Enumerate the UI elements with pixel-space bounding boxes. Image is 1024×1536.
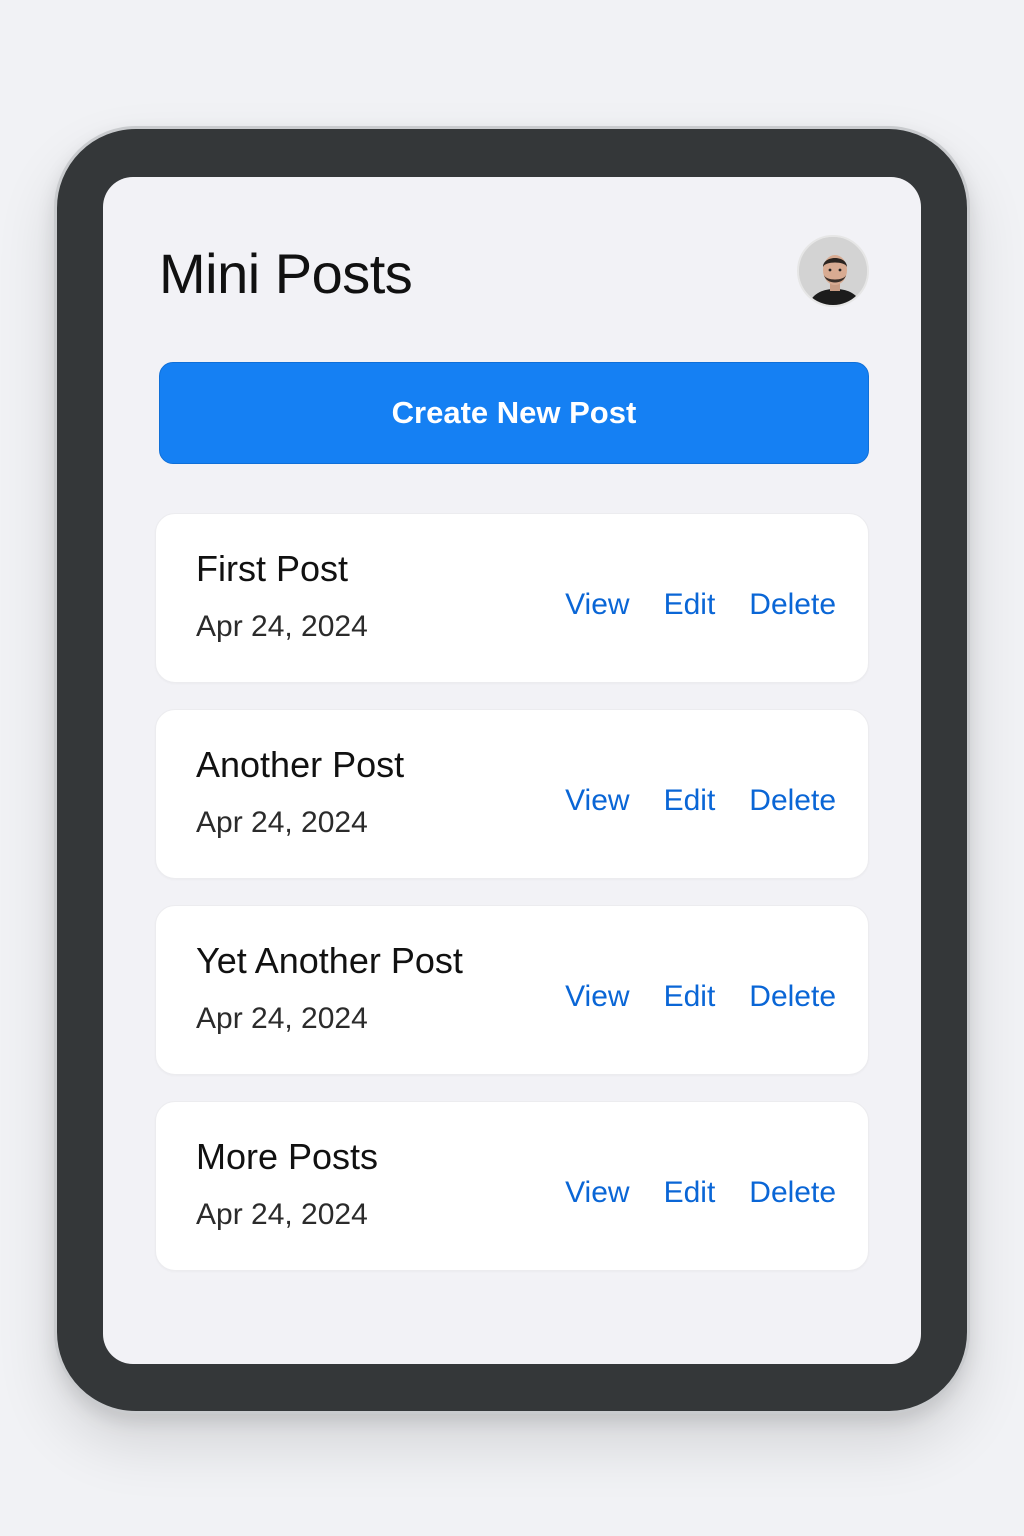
post-card: Another Post Apr 24, 2024 View Edit Dele…	[155, 709, 869, 879]
post-title: First Post	[196, 548, 349, 589]
view-post-button[interactable]: View	[565, 980, 629, 1014]
post-title: Yet Another Post	[196, 940, 463, 981]
post-date: Apr 24, 2024	[196, 1002, 368, 1035]
edit-post-button[interactable]: Edit	[664, 784, 716, 818]
post-card: More Posts Apr 24, 2024 View Edit Delete	[155, 1101, 869, 1271]
post-actions: View Edit Delete	[565, 980, 836, 1014]
create-new-post-button[interactable]: Create New Post	[159, 362, 869, 464]
avatar[interactable]	[797, 235, 869, 307]
view-post-button[interactable]: View	[565, 784, 629, 818]
post-title: Another Post	[196, 744, 405, 785]
post-card: Yet Another Post Apr 24, 2024 View Edit …	[155, 905, 869, 1075]
tablet-frame: Mini Posts Create New Post First Post Ap…	[54, 126, 970, 1414]
edit-post-button[interactable]: Edit	[664, 588, 716, 622]
post-title: More Posts	[196, 1136, 379, 1177]
page-title: Mini Posts	[159, 242, 413, 305]
view-post-button[interactable]: View	[565, 588, 629, 622]
post-actions: View Edit Delete	[565, 784, 836, 818]
app-screen: Mini Posts Create New Post First Post Ap…	[103, 177, 921, 1364]
post-date: Apr 24, 2024	[196, 1198, 368, 1231]
post-actions: View Edit Delete	[565, 1176, 836, 1210]
view-post-button[interactable]: View	[565, 1176, 629, 1210]
delete-post-button[interactable]: Delete	[749, 980, 836, 1014]
delete-post-button[interactable]: Delete	[749, 784, 836, 818]
post-list: First Post Apr 24, 2024 View Edit Delete…	[155, 513, 869, 1297]
edit-post-button[interactable]: Edit	[664, 980, 716, 1014]
post-date: Apr 24, 2024	[196, 610, 368, 643]
delete-post-button[interactable]: Delete	[749, 588, 836, 622]
post-card: First Post Apr 24, 2024 View Edit Delete	[155, 513, 869, 683]
post-date: Apr 24, 2024	[196, 806, 368, 839]
user-avatar-icon	[799, 237, 867, 305]
header: Mini Posts	[159, 235, 869, 309]
post-actions: View Edit Delete	[565, 588, 836, 622]
delete-post-button[interactable]: Delete	[749, 1176, 836, 1210]
edit-post-button[interactable]: Edit	[664, 1176, 716, 1210]
